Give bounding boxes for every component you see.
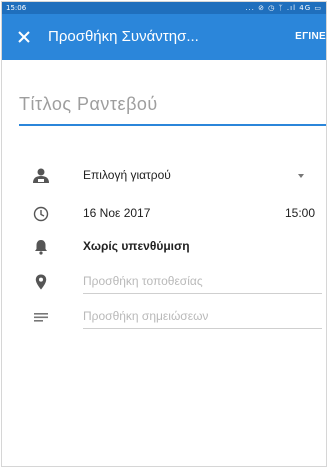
location-underline [83,293,322,294]
datetime-row: 16 Νοε 2017 15:00 [2,202,326,226]
close-icon[interactable] [12,25,36,49]
doctor-icon [32,167,50,185]
reminder-label: Χωρίς υπενθύμιση [83,239,190,253]
notes-underline [83,328,322,329]
doctor-select-label: Επιλογή γιατρού [83,168,171,182]
notes-placeholder: Προσθήκη σημειώσεων [83,309,209,323]
status-bar: 15:06 ... ⊘ ◷ ᛉ .ıl 4G ▭ [2,2,326,14]
status-time: 15:06 [6,4,27,12]
time-picker[interactable]: 15:00 [285,206,315,220]
location-placeholder: Προσθήκη τοποθεσίας [83,274,203,288]
location-pin-icon [32,273,50,291]
date-picker[interactable]: 16 Νοε 2017 [83,206,150,220]
notes-icon [32,308,50,326]
app-bar: Προσθήκη Συνάντησ... ΕΓΙΝΕ [2,14,326,60]
doctor-select[interactable]: Επιλογή γιατρού [2,164,326,188]
location-input[interactable]: Προσθήκη τοποθεσίας [2,270,326,294]
bell-icon [32,238,50,256]
notes-input[interactable]: Προσθήκη σημειώσεων [2,305,326,329]
done-button[interactable]: ΕΓΙΝΕ [295,31,326,42]
appointment-title-input[interactable]: Τίτλος Ραντεβού [19,90,326,126]
reminder-row[interactable]: Χωρίς υπενθύμιση [2,235,326,259]
clock-icon [32,205,50,223]
app-screen: 15:06 ... ⊘ ◷ ᛉ .ıl 4G ▭ Προσθήκη Συνάντ… [1,1,327,467]
page-title: Προσθήκη Συνάντησ... [48,28,199,45]
appointment-title-placeholder: Τίτλος Ραντεβού [19,94,158,114]
chevron-down-icon[interactable] [298,174,304,178]
status-icons: ... ⊘ ◷ ᛉ .ıl 4G ▭ [245,4,322,12]
